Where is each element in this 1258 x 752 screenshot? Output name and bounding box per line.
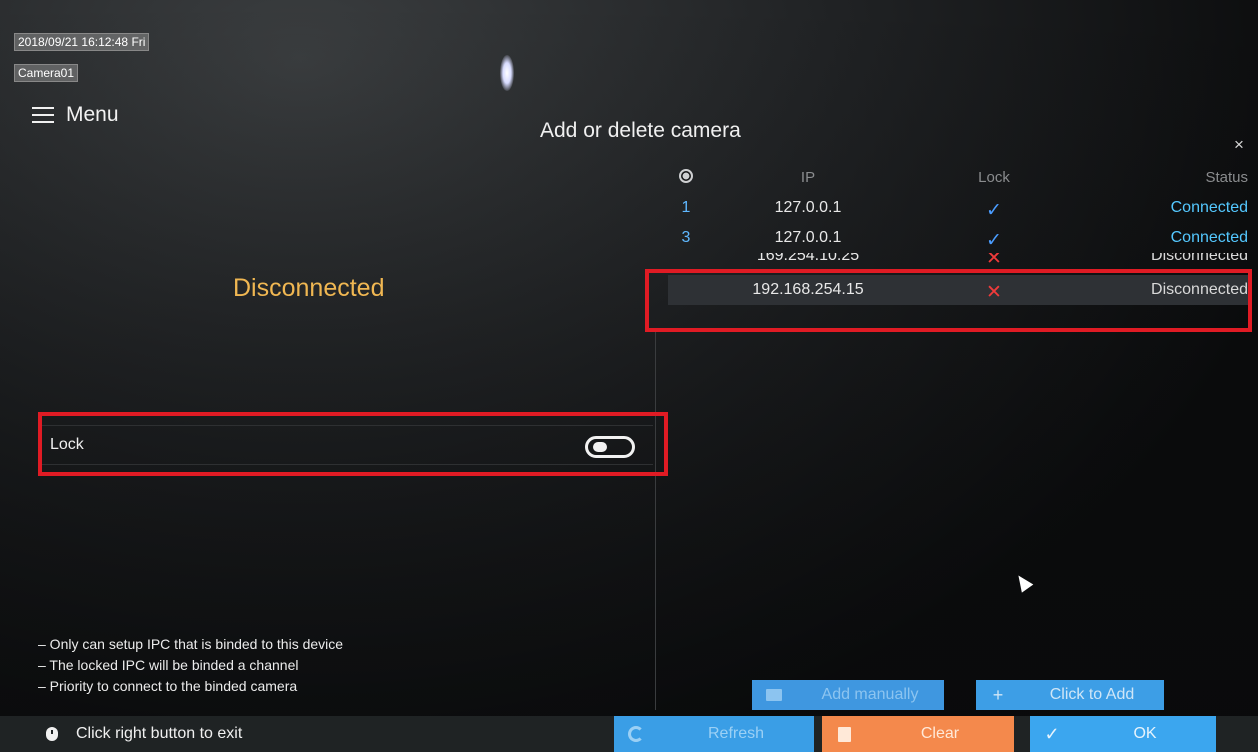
osd-camera-name: Camera01 bbox=[14, 64, 79, 82]
help-notes: – Only can setup IPC that is binded to t… bbox=[38, 634, 343, 697]
ip-address: 127.0.0.1 bbox=[774, 199, 842, 216]
lock-label: Lock bbox=[50, 436, 84, 453]
table-header: IP Lock Status bbox=[668, 163, 1248, 193]
menu-label: Menu bbox=[66, 103, 119, 126]
menu-icon bbox=[32, 107, 54, 123]
ok-label: OK bbox=[1133, 725, 1157, 742]
camera-table: IP Lock Status 1 127.0.0.1 ✓ Connected 3… bbox=[668, 163, 1248, 305]
connection-status: Disconnected bbox=[1151, 281, 1248, 298]
column-header-status: Status bbox=[1205, 169, 1248, 186]
connection-status: Connected bbox=[1170, 199, 1248, 216]
keyboard-icon bbox=[752, 689, 796, 701]
dialog-title: Add or delete camera bbox=[540, 119, 741, 142]
mouse-icon bbox=[46, 727, 58, 741]
exit-hint: Click right button to exit bbox=[46, 725, 242, 743]
ip-address: 127.0.0.1 bbox=[774, 229, 842, 246]
click-to-add-button[interactable]: + Click to Add bbox=[976, 680, 1164, 710]
cross-icon: ✕ bbox=[986, 282, 1002, 303]
channel-number: 1 bbox=[681, 199, 691, 216]
help-note: – Priority to connect to the binded came… bbox=[38, 678, 298, 694]
select-all-icon[interactable] bbox=[676, 169, 696, 187]
exit-hint-text: Click right button to exit bbox=[76, 725, 243, 742]
ip-address: 192.168.254.15 bbox=[752, 281, 864, 298]
help-note: – The locked IPC will be binded a channe… bbox=[38, 657, 299, 673]
checkmark-icon: ✓ bbox=[986, 200, 1002, 221]
ok-icon: ✓ bbox=[1044, 723, 1060, 744]
checkmark-icon: ✓ bbox=[986, 230, 1002, 251]
clear-label: Clear bbox=[920, 725, 960, 742]
table-row[interactable]: 169.254.10.25 ✕ Disconnected bbox=[668, 253, 1248, 275]
lock-toggle[interactable] bbox=[585, 436, 635, 458]
plus-icon: + bbox=[992, 684, 1004, 705]
add-manually-button[interactable]: Add manually bbox=[752, 680, 944, 710]
refresh-label: Refresh bbox=[707, 725, 765, 742]
connection-status: Disconnected bbox=[1151, 253, 1248, 264]
lock-setting-row: Lock bbox=[38, 425, 653, 465]
table-row[interactable]: 1 127.0.0.1 ✓ Connected bbox=[668, 193, 1248, 223]
table-row-selected[interactable]: 192.168.254.15 ✕ Disconnected bbox=[668, 275, 1248, 305]
column-header-ip: IP bbox=[800, 169, 816, 186]
clear-button[interactable]: Clear bbox=[822, 716, 1014, 752]
camera-status-text: Disconnected bbox=[233, 274, 385, 302]
panel-divider bbox=[655, 330, 656, 710]
click-to-add-label: Click to Add bbox=[1049, 686, 1135, 703]
ip-address: 169.254.10.25 bbox=[756, 253, 860, 264]
cross-icon: ✕ bbox=[986, 253, 1002, 269]
light-glare bbox=[500, 55, 514, 91]
help-note: – Only can setup IPC that is binded to t… bbox=[38, 636, 344, 652]
trash-icon bbox=[822, 726, 866, 742]
close-icon[interactable]: × bbox=[1234, 135, 1244, 155]
connection-status: Connected bbox=[1170, 229, 1248, 246]
column-header-lock: Lock bbox=[978, 169, 1010, 186]
refresh-button[interactable]: Refresh bbox=[614, 716, 814, 752]
menu-button[interactable]: Menu bbox=[32, 103, 119, 127]
refresh-icon bbox=[614, 726, 658, 742]
channel-number: 3 bbox=[681, 229, 691, 246]
osd-timestamp: 2018/09/21 16:12:48 Fri bbox=[14, 33, 150, 51]
toggle-knob bbox=[593, 442, 607, 452]
table-row[interactable]: 3 127.0.0.1 ✓ Connected bbox=[668, 223, 1248, 253]
add-manually-label: Add manually bbox=[821, 686, 919, 703]
ok-button[interactable]: ✓ OK bbox=[1030, 716, 1216, 752]
